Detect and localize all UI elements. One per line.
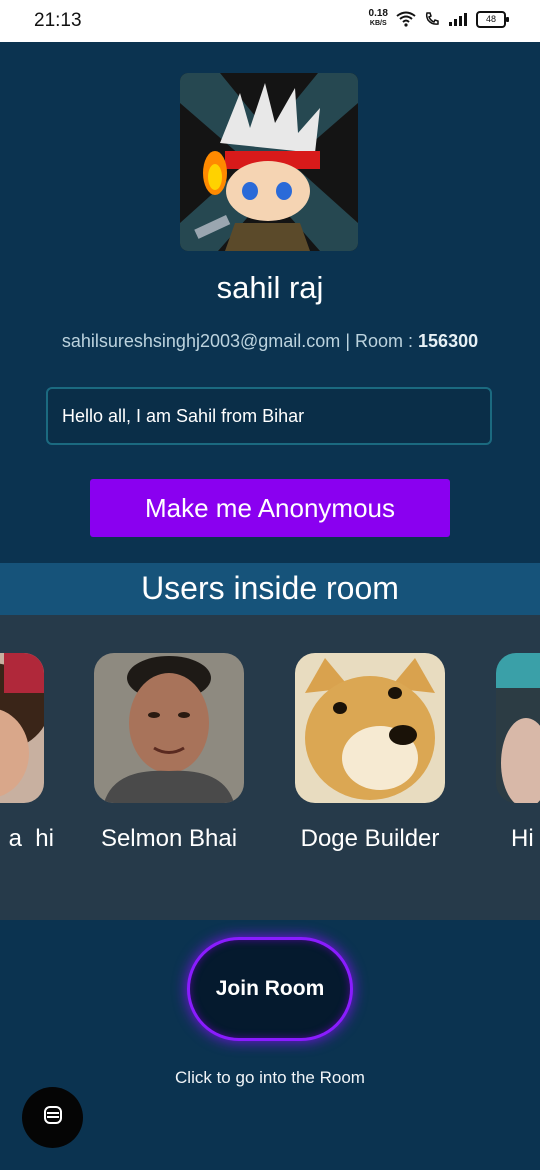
user-avatar — [496, 653, 540, 803]
signal-icon — [449, 13, 467, 26]
user-card[interactable]: Hi — [496, 653, 540, 852]
user-avatar — [94, 653, 244, 803]
profile-avatar[interactable] — [180, 73, 358, 251]
wifi-icon — [396, 11, 416, 27]
net-speed-unit: KB/S — [369, 20, 387, 27]
profile-email: sahilsureshsinghj2003@gmail.com — [61, 331, 341, 351]
chat-bubble-icon — [43, 1105, 62, 1124]
room-label: | Room : — [345, 331, 414, 351]
avatar-image — [180, 73, 358, 251]
user-card[interactable]: a hi — [0, 653, 54, 852]
join-room-button[interactable]: Join Room — [187, 937, 353, 1041]
profile-name: sahil raj — [216, 270, 324, 305]
user-name: Selmon Bhai — [100, 825, 238, 852]
room-id: 156300 — [418, 331, 479, 351]
profile-meta: sahilsureshsinghj2003@gmail.com | Room :… — [0, 331, 540, 352]
battery-icon: 48 — [476, 10, 509, 28]
status-icons: 0.18 KB/S 48 — [369, 9, 509, 29]
bio-input[interactable] — [46, 387, 492, 445]
make-anonymous-button[interactable]: Make me Anonymous — [90, 479, 450, 537]
users-carousel[interactable]: a hi Selmon Bhai Doge Builder Hi — [0, 615, 540, 920]
net-speed-value: 0.18 — [368, 8, 388, 19]
status-bar: 21:13 0.18 KB/S 48 — [0, 0, 540, 42]
status-time: 21:13 — [34, 10, 82, 31]
user-name: Hi — [511, 825, 534, 852]
user-card[interactable]: Selmon Bhai — [94, 653, 244, 852]
join-room-hint: Click to go into the Room — [175, 1068, 365, 1087]
user-card[interactable]: Doge Builder — [295, 653, 445, 852]
user-avatar — [0, 653, 44, 803]
user-avatar — [295, 653, 445, 803]
floating-action-button[interactable] — [22, 1087, 83, 1148]
net-speed: 0.18 KB/S — [369, 9, 388, 29]
users-section-title: Users inside room — [0, 563, 540, 615]
user-name: a hi — [8, 825, 54, 852]
user-name: Doge Builder — [300, 825, 440, 852]
call-icon — [425, 12, 439, 25]
